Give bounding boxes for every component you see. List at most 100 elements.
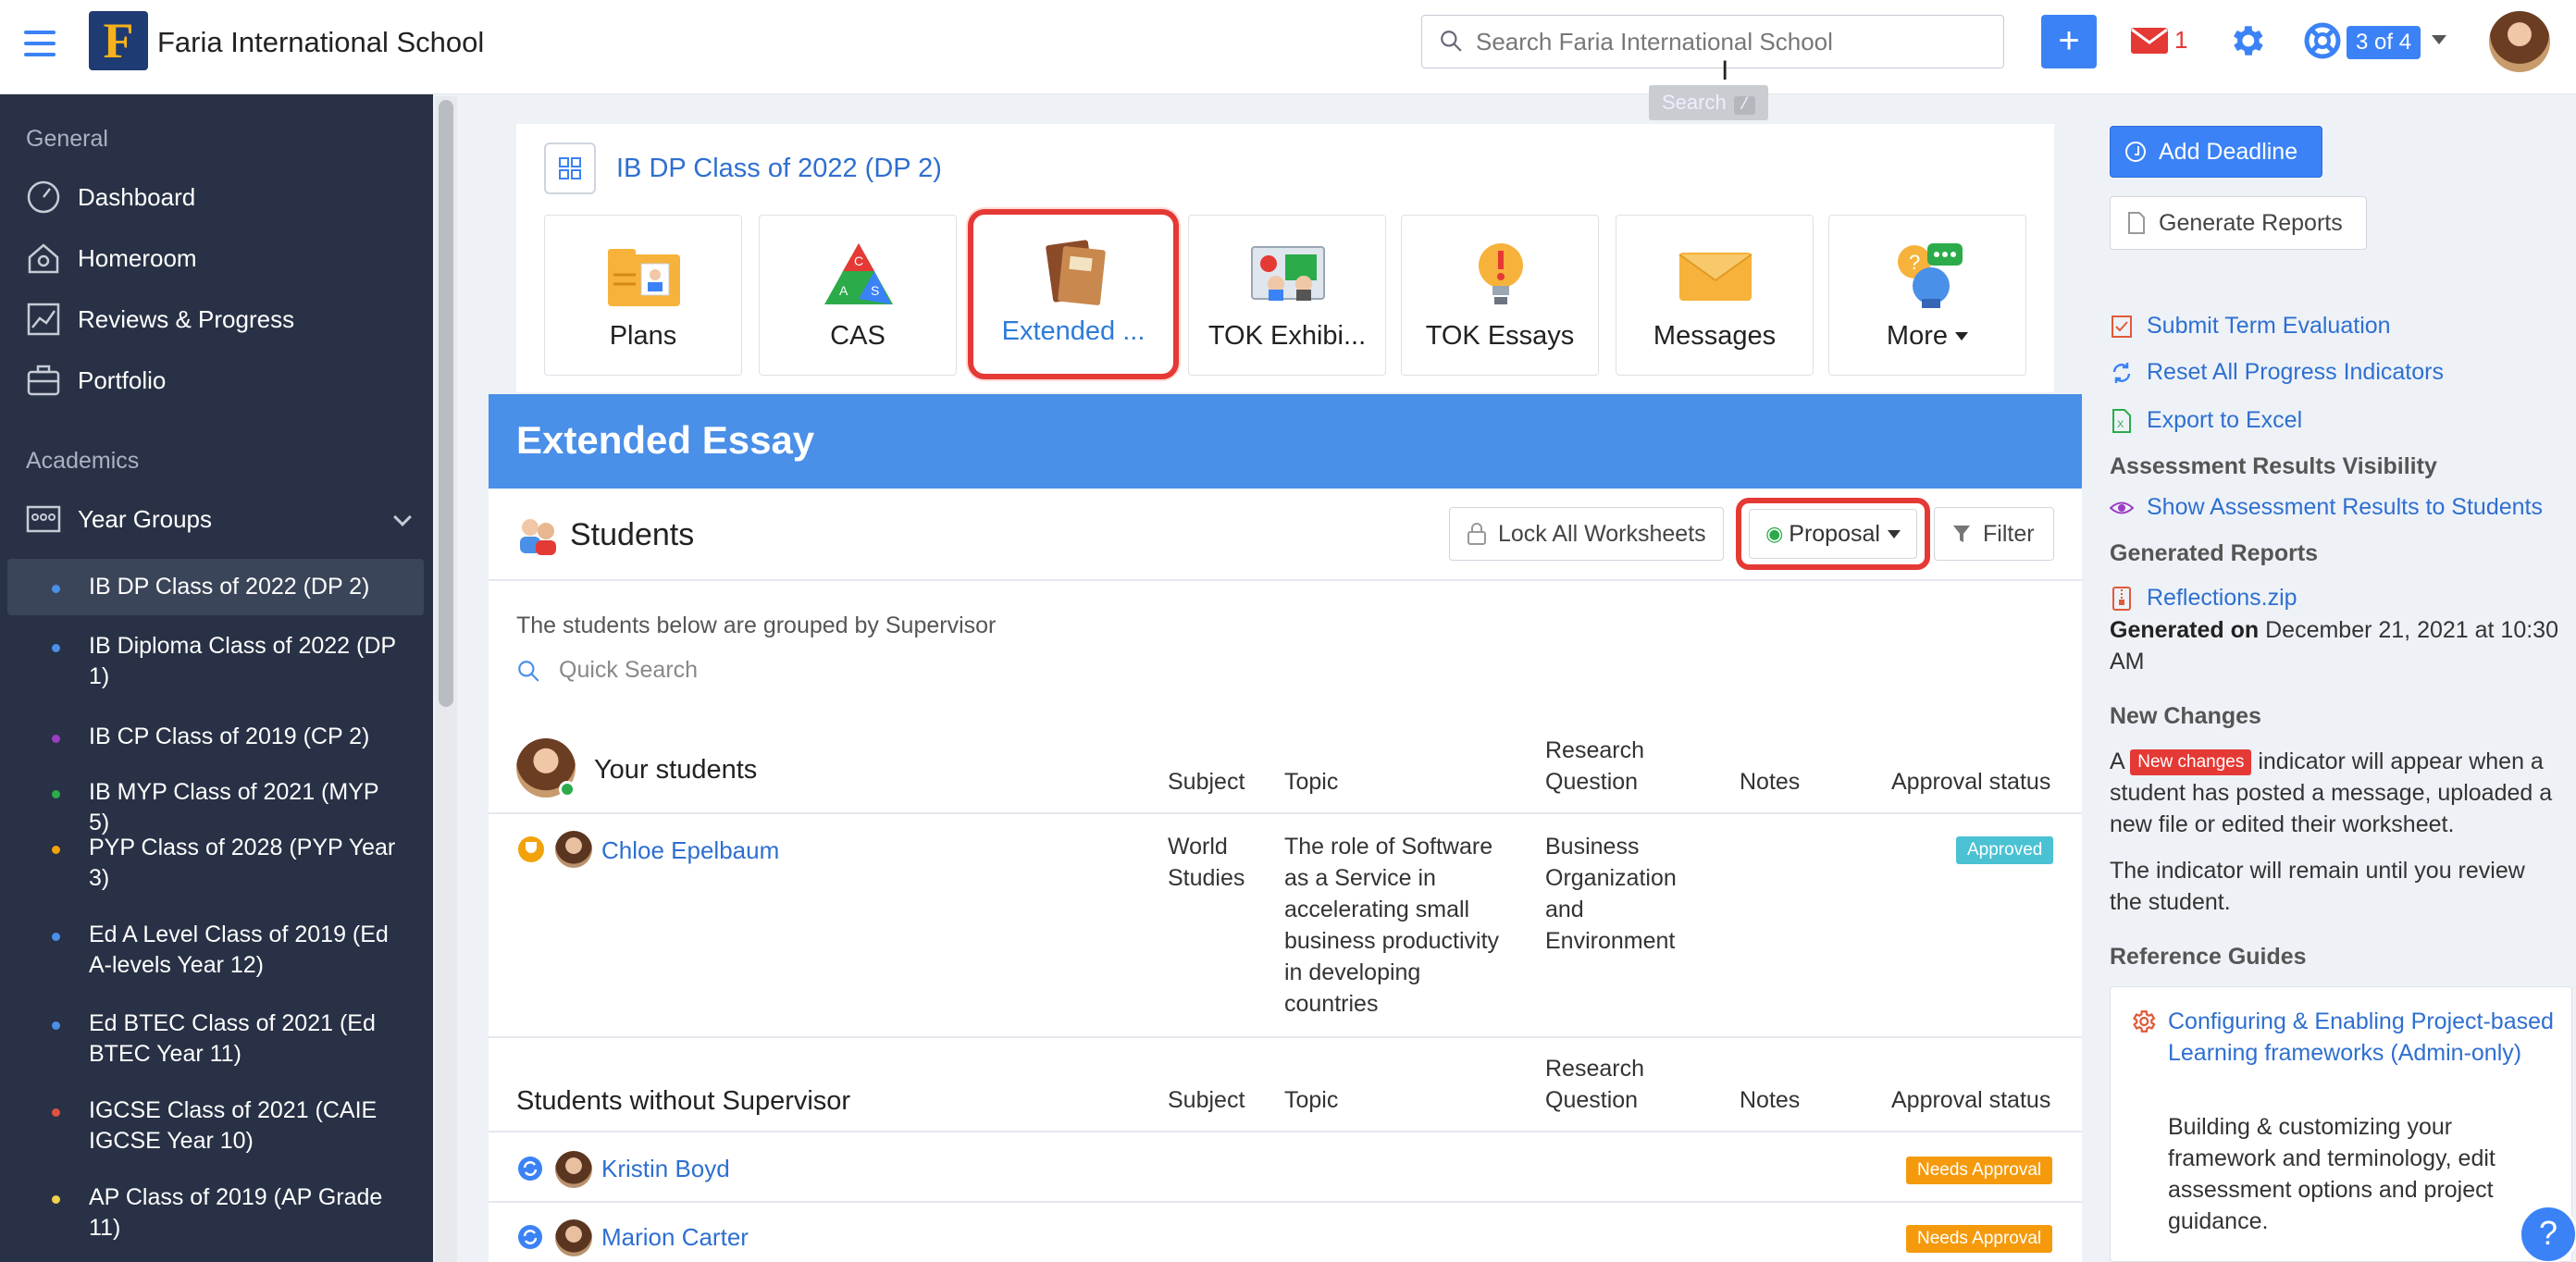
sidebar-item-label: Year Groups [78,504,213,533]
dashboard-icon [27,180,60,214]
cas-triangle-icon: C A S [824,243,893,304]
lock-all-worksheets-button[interactable]: Lock All Worksheets [1449,507,1724,561]
column-research-question: Research Question [1545,1056,1644,1113]
sidebar-class-0[interactable]: IB DP Class of 2022 (DP 2) [7,559,424,615]
refresh-icon [2112,362,2131,383]
chevron-down-icon [1955,332,1969,340]
column-notes: Notes [1740,1087,1801,1113]
text-cursor-icon: I [1721,56,1729,86]
reference-guide-link[interactable]: Configuring & Enabling Project-based Lea… [2168,1006,2557,1069]
show-assessment-results-link[interactable]: Show Assessment Results to Students [2110,494,2543,521]
gear-icon[interactable] [2226,20,2267,61]
sync-icon [518,1225,542,1249]
global-search[interactable] [1421,15,2004,68]
school-logo[interactable]: F [89,11,148,70]
tile-label: TOK Essays [1425,321,1575,351]
export-excel-link[interactable]: X Export to Excel [2110,407,2302,434]
sidebar-class-2[interactable]: IB CP Class of 2019 (CP 2) [7,709,424,765]
class-header: IB DP Class of 2022 (DP 2) [544,142,942,194]
filter-icon [1953,526,1970,542]
student-avatar [555,831,592,868]
class-color-dot [52,585,60,593]
grid-icon[interactable] [544,142,596,194]
class-color-dot [52,790,60,798]
help-button[interactable]: ? [2519,1205,2576,1262]
sidebar-item-label: Homeroom [78,243,197,272]
quick-search-input[interactable] [559,657,1040,684]
chevron-down-icon[interactable] [2432,35,2446,44]
tile-extended-essay[interactable]: Extended ... [968,209,1179,379]
student-avatar [555,1219,592,1256]
extended-essay-banner: Extended Essay [489,394,2082,489]
sidebar-item-year-groups[interactable]: Year Groups [26,501,415,537]
add-button[interactable]: + [2041,15,2097,68]
tile-plans[interactable]: Plans [544,215,742,376]
generate-reports-button[interactable]: Generate Reports [2110,196,2367,250]
reference-guides-heading: Reference Guides [2110,944,2307,970]
tile-tok-exhibition[interactable]: TOK Exhibi... [1188,215,1386,376]
tile-label: TOK Exhibi... [1208,321,1367,351]
reset-progress-link[interactable]: Reset All Progress Indicators [2110,359,2444,386]
quick-search[interactable] [516,657,1040,684]
sidebar-class-6[interactable]: Ed BTEC Class of 2021 (Ed BTEC Year 11) [7,996,424,1083]
add-deadline-button[interactable]: Add Deadline [2110,126,2322,178]
tile-cas[interactable]: CAS CAS [759,215,957,376]
student-link[interactable]: Marion Carter [601,1223,749,1252]
class-title[interactable]: IB DP Class of 2022 (DP 2) [616,154,942,184]
sidebar-item-label: Dashboard [78,182,196,211]
mail-icon[interactable] [2130,22,2169,59]
scrollbar-thumb[interactable] [439,100,453,707]
class-color-dot [52,735,60,743]
divider [489,1036,2082,1038]
button-label: Generate Reports [2159,209,2343,236]
search-icon [1441,31,1462,52]
year-groups-icon [26,505,61,533]
student-avatar [555,1151,592,1188]
sidebar-class-4[interactable]: PYP Class of 2028 (PYP Year 3) [7,820,424,907]
reflections-zip-link[interactable]: Reflections.zip [2110,585,2297,612]
class-label: Ed BTEC Class of 2021 (Ed BTEC Year 11) [89,1010,376,1067]
homeroom-icon [28,243,59,274]
link-label: Reflections.zip [2147,585,2297,611]
sidebar-item-dashboard[interactable]: Dashboard [26,179,195,215]
search-input[interactable] [1476,25,1975,58]
student-link[interactable]: Chloe Epelbaum [601,836,779,865]
class-color-dot [52,846,60,854]
account-pager[interactable]: 3 of 4 [2347,26,2421,59]
filter-button[interactable]: Filter [1934,507,2054,561]
books-icon [1046,240,1106,305]
eye-icon: ◉ [1765,522,1784,545]
generated-on-text: Generated on December 21, 2021 at 10:30 … [2110,617,2558,674]
sidebar-class-5[interactable]: Ed A Level Class of 2019 (Ed A-levels Ye… [7,907,424,994]
search-tooltip: Search / [1649,85,1768,120]
sidebar-class-8[interactable]: AP Class of 2019 (AP Grade 11) [7,1169,424,1256]
class-label: IB CP Class of 2019 (CP 2) [89,724,370,749]
user-avatar[interactable] [2489,11,2550,72]
button-label: Add Deadline [2159,138,2298,165]
lifebuoy-icon[interactable] [2304,22,2341,59]
tile-tok-essays[interactable]: TOK Essays [1401,215,1599,376]
sidebar-class-1[interactable]: IB Diploma Class of 2022 (DP 1) [7,618,424,705]
clock-icon [2125,142,2146,162]
school-name[interactable]: Faria International School [157,26,484,59]
sidebar-item-reviews-progress[interactable]: Reviews & Progress [26,302,294,337]
tile-more[interactable]: ? More [1828,215,2026,376]
chevron-down-icon[interactable] [393,508,412,526]
hamburger-menu-icon[interactable] [24,31,56,56]
proposal-dropdown[interactable]: ◉ Proposal [1749,509,1917,559]
sidebar-item-homeroom[interactable]: Homeroom [26,241,197,276]
link-label: Submit Term Evaluation [2147,313,2391,339]
mail-count-badge[interactable]: 1 [2174,26,2187,55]
sidebar-class-7[interactable]: IGCSE Class of 2021 (CAIE IGCSE Year 10) [7,1083,424,1169]
submit-term-evaluation-link[interactable]: Submit Term Evaluation [2110,313,2391,340]
tok-exhibition-icon [1251,246,1325,301]
class-label: IB Diploma Class of 2022 (DP 1) [89,633,396,689]
checklist-icon [2112,315,2132,338]
sidebar-scrollbar[interactable] [435,96,457,1262]
student-link[interactable]: Kristin Boyd [601,1155,730,1183]
sidebar-item-portfolio[interactable]: Portfolio [26,363,166,398]
status-badge: Needs Approval [1906,1225,2053,1253]
tile-messages[interactable]: Messages [1616,215,1814,376]
new-changes-heading: New Changes [2110,703,2261,729]
svg-text:S: S [871,283,879,298]
